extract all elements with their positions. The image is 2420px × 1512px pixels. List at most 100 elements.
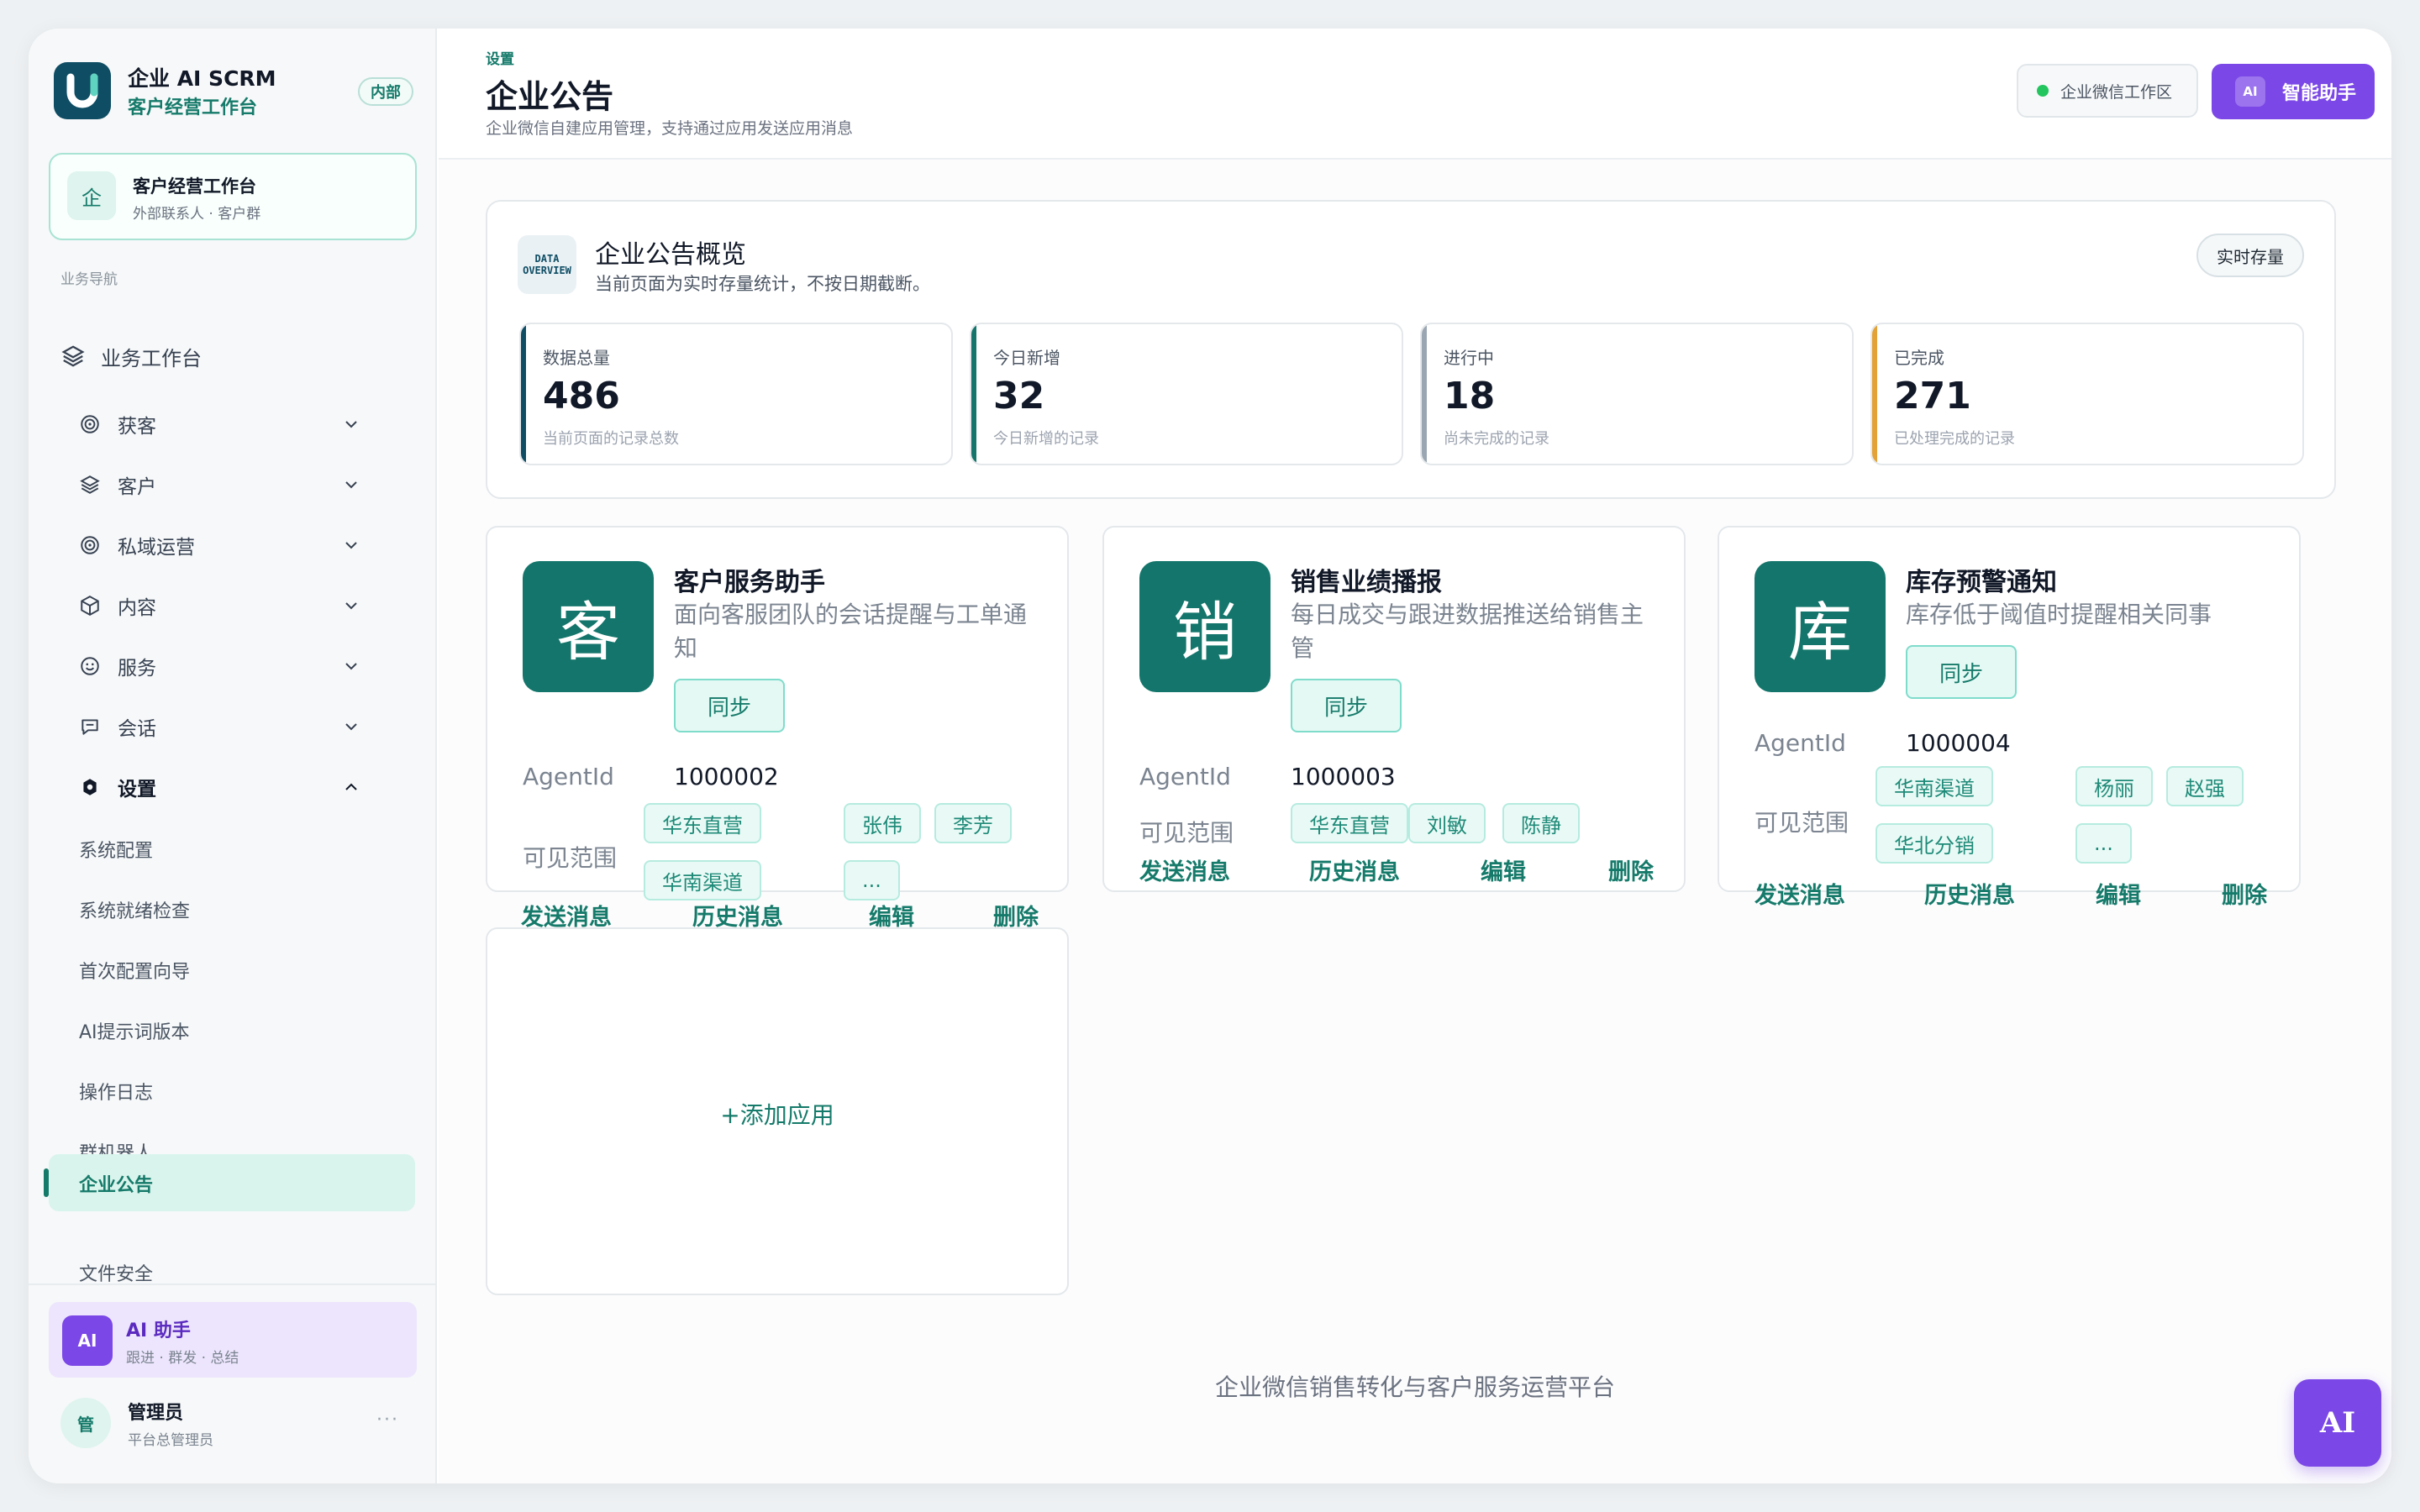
stat-subtitle: 当前页面的记录总数 xyxy=(543,430,679,448)
chevron-down-icon xyxy=(345,481,357,489)
scope-tag: 刘敏 xyxy=(1408,803,1486,843)
stat-label: 进行中 xyxy=(1444,348,1494,368)
main-content: 设置 企业公告 企业微信自建应用管理，支持通过应用发送应用消息 企业微信工作区 … xyxy=(439,29,2391,1483)
stat-accent-bar xyxy=(1422,324,1427,464)
send-message-button[interactable]: 发送消息 xyxy=(1754,877,1845,910)
send-message-button[interactable]: 发送消息 xyxy=(1139,853,1230,886)
chat-icon xyxy=(82,719,98,735)
scope-tag: 陈静 xyxy=(1502,803,1580,843)
smart-assistant-label: 智能助手 xyxy=(2282,83,2357,104)
sync-button[interactable]: 同步 xyxy=(674,679,785,732)
stat-card-total: 数据总量 486 当前页面的记录总数 xyxy=(519,323,953,465)
box-icon xyxy=(81,596,99,616)
nav-group-label: 服务 xyxy=(118,658,156,680)
nav-group-service[interactable]: 服务 xyxy=(79,643,415,690)
scope-tag: 赵强 xyxy=(2166,766,2244,806)
nav-item-label: 业务工作台 xyxy=(101,346,202,370)
workspace-icon: 企 xyxy=(67,171,116,220)
sync-button[interactable]: 同步 xyxy=(1291,679,1402,732)
scope-tag-more[interactable]: ... xyxy=(2075,823,2132,864)
page-description: 企业微信自建应用管理，支持通过应用发送应用消息 xyxy=(486,119,854,138)
nav-group-content[interactable]: 内容 xyxy=(79,582,415,629)
workspace-title: 客户经营工作台 xyxy=(133,176,256,197)
ai-helper-icon: AI xyxy=(62,1315,113,1366)
chevron-down-icon xyxy=(345,663,357,670)
scope-tag: 华南渠道 xyxy=(644,860,761,900)
app-card-actions: 发送消息 历史消息 编辑 删除 xyxy=(486,899,1069,927)
stat-accent-bar xyxy=(521,324,526,464)
delete-button[interactable]: 删除 xyxy=(2222,877,2267,910)
brand-title: 企业 AI SCRM xyxy=(128,66,276,91)
nav-item-announcements[interactable]: 企业公告 xyxy=(49,1154,415,1211)
add-app-label: +添加应用 xyxy=(720,1101,834,1129)
more-options-button[interactable]: ··· xyxy=(376,1410,399,1431)
workspace-card[interactable]: 企 客户经营工作台 外部联系人 · 客户群 xyxy=(49,153,417,240)
workspace-status-label: 企业微信工作区 xyxy=(2060,82,2173,102)
stat-value: 271 xyxy=(1894,375,1971,417)
nav-item-prompt-versions[interactable]: AI提示词版本 xyxy=(79,1017,190,1044)
scope-label: 可见范围 xyxy=(1754,809,1849,837)
target-icon xyxy=(81,415,99,433)
delete-button[interactable]: 删除 xyxy=(993,899,1039,927)
breadcrumb[interactable]: 设置 xyxy=(486,47,514,68)
nav-group-private-domain[interactable]: 私域运营 xyxy=(79,522,415,569)
ai-floating-button[interactable]: AI xyxy=(2294,1379,2381,1467)
stat-card-completed: 已完成 271 已处理完成的记录 xyxy=(1870,323,2304,465)
sidebar-divider xyxy=(29,1284,437,1285)
icon-text-line: OVERVIEW xyxy=(523,265,571,276)
history-messages-button[interactable]: 历史消息 xyxy=(692,899,783,927)
agent-id-value: 1000003 xyxy=(1291,763,1396,790)
page-header: 设置 企业公告 企业微信自建应用管理，支持通过应用发送应用消息 企业微信工作区 … xyxy=(439,29,2391,160)
realtime-button[interactable]: 实时存量 xyxy=(2196,234,2304,277)
app-name: 库存预警通知 xyxy=(1906,568,2057,597)
history-messages-button[interactable]: 历史消息 xyxy=(1924,877,2015,910)
nav-item-system-config[interactable]: 系统配置 xyxy=(79,836,153,863)
nav-item-readiness-check[interactable]: 系统就绪检查 xyxy=(79,896,190,923)
page-title: 企业公告 xyxy=(486,78,614,115)
app-icon: 客 xyxy=(523,561,654,692)
chevron-down-icon xyxy=(345,542,357,549)
layers-icon xyxy=(61,345,85,367)
sync-button[interactable]: 同步 xyxy=(1906,645,2017,699)
edit-button[interactable]: 编辑 xyxy=(1481,853,1526,886)
ai-helper-title: AI 助手 xyxy=(126,1320,191,1341)
agent-id-label: AgentId xyxy=(523,763,614,790)
internal-badge: 内部 xyxy=(358,77,413,106)
add-app-card[interactable]: +添加应用 xyxy=(486,927,1069,1295)
nav-group-acquire[interactable]: 获客 xyxy=(79,401,415,448)
nav-group-customer[interactable]: 客户 xyxy=(79,461,415,508)
app-description: 库存低于阈值时提醒相关同事 xyxy=(1906,601,2212,628)
scope-tag-more[interactable]: ... xyxy=(844,860,900,900)
stat-accent-bar xyxy=(1872,324,1877,464)
brand-logo-icon xyxy=(66,73,98,108)
agent-id-label: AgentId xyxy=(1754,729,1846,757)
nav-group-conversation[interactable]: 会话 xyxy=(79,703,415,750)
edit-button[interactable]: 编辑 xyxy=(869,899,914,927)
avatar[interactable]: 管 xyxy=(60,1398,111,1448)
settings-icon xyxy=(83,779,97,795)
delete-button[interactable]: 删除 xyxy=(1608,853,1654,886)
app-description: 面向客服团队的会话提醒与工单通知 xyxy=(674,601,1028,662)
workspace-status-button[interactable]: 企业微信工作区 xyxy=(2017,64,2198,118)
stat-label: 已完成 xyxy=(1894,348,1944,368)
nav-item-file-security[interactable]: 文件安全 xyxy=(79,1259,153,1286)
edit-button[interactable]: 编辑 xyxy=(2096,877,2141,910)
stat-value: 18 xyxy=(1444,375,1496,417)
layers-icon xyxy=(80,475,100,494)
chevron-down-icon xyxy=(345,421,357,428)
nav-item-business-workbench[interactable]: 业务工作台 xyxy=(60,333,413,380)
app-card: 销 销售业绩播报 每日成交与跟进数据推送给销售主管 同步 AgentId 100… xyxy=(1102,526,1686,892)
smart-assistant-button[interactable]: AI 智能助手 xyxy=(2212,64,2375,119)
workspace-subtitle: 外部联系人 · 客户群 xyxy=(133,206,261,223)
history-messages-button[interactable]: 历史消息 xyxy=(1309,853,1400,886)
scope-tag: 杨丽 xyxy=(2075,766,2153,806)
nav-group-settings[interactable]: 设置 xyxy=(79,764,415,811)
send-message-button[interactable]: 发送消息 xyxy=(521,899,612,927)
brand-logo[interactable] xyxy=(54,62,111,119)
app-name: 销售业绩播报 xyxy=(1291,568,1442,597)
scope-label: 可见范围 xyxy=(1139,819,1234,847)
nav-item-setup-wizard[interactable]: 首次配置向导 xyxy=(79,957,190,984)
ai-helper-card[interactable]: AI AI 助手 跟进 · 群发 · 总结 xyxy=(49,1302,417,1378)
nav-item-operation-log[interactable]: 操作日志 xyxy=(79,1078,153,1105)
nav-group-label: 客户 xyxy=(118,476,156,498)
